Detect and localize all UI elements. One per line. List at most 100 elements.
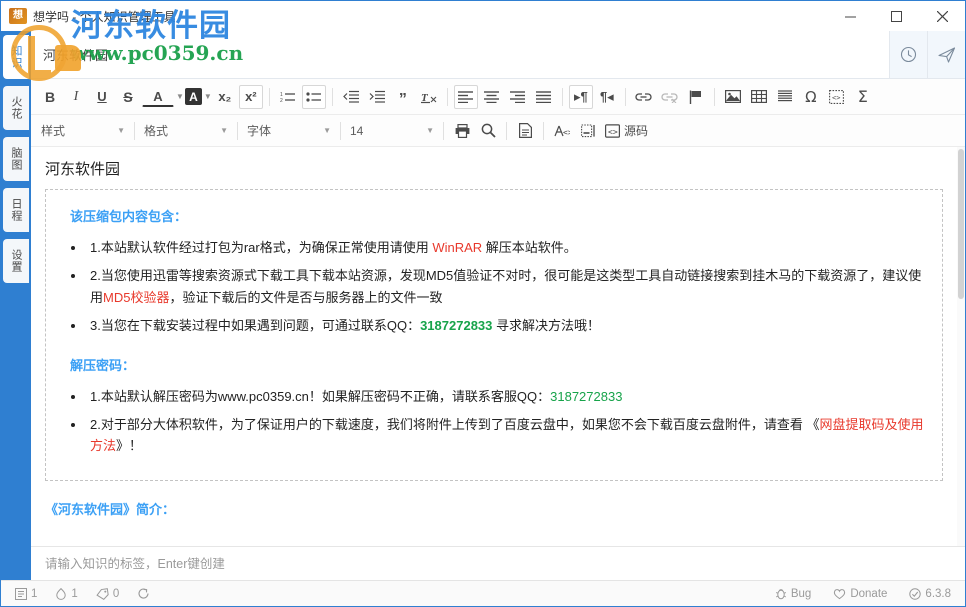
toolbar-separator	[134, 122, 135, 140]
editor-scrollbar[interactable]	[957, 147, 965, 546]
text-color-label: A	[153, 89, 162, 104]
bold-button[interactable]: B	[38, 85, 62, 109]
style-dropdown[interactable]: 样式 ▼	[37, 119, 129, 143]
title-bar: 想 想学吗 - 个人知识管理工具	[1, 1, 965, 31]
list-item-text: 1.本站默认解压密码为www.pc0359.cn！如果解压密码不正确，请联系客服…	[90, 389, 550, 404]
insert-horizontal-rule-button[interactable]	[773, 85, 797, 109]
note-title-row	[31, 31, 965, 79]
toolbar-separator	[506, 122, 507, 140]
highlight-color-label: A	[189, 90, 198, 104]
package-contents-list: 1.本站默认软件经过打包为rar格式，为确保正常使用请使用 WinRAR 解压本…	[86, 237, 932, 337]
toolbar-separator	[562, 88, 563, 106]
increase-indent-button[interactable]	[365, 85, 389, 109]
strikethrough-button[interactable]: S	[116, 85, 140, 109]
find-button[interactable]	[476, 119, 500, 143]
history-button[interactable]	[889, 31, 927, 78]
format-dropdown[interactable]: 格式 ▼	[140, 119, 232, 143]
style-dropdown-label: 样式	[41, 122, 109, 139]
send-button[interactable]	[927, 31, 965, 78]
insert-link-button[interactable]	[632, 85, 656, 109]
insert-anchor-button[interactable]	[684, 85, 708, 109]
status-sync-button[interactable]	[137, 587, 154, 600]
insert-image-button[interactable]	[721, 85, 745, 109]
remove-format-button[interactable]: T	[417, 85, 441, 109]
chevron-down-icon[interactable]: ▼	[176, 92, 184, 101]
window-controls	[827, 1, 965, 31]
sidebar-item-knowledge[interactable]: 知识	[3, 35, 29, 79]
application-window: 想 想学吗 - 个人知识管理工具 知识 火花 脑图	[0, 0, 966, 607]
list-item: 2.对于部分大体积软件，为了保证用户的下载速度，我们将附件上传到了百度云盘中，如…	[86, 414, 932, 457]
editor-area: 河东软件园 该压缩包内容包含： 1.本站默认软件经过打包为rar格式，为确保正常…	[31, 147, 965, 546]
sidebar-item-spark[interactable]: 火花	[3, 86, 29, 130]
status-label: Bug	[791, 588, 811, 600]
text-direction-rtl-button[interactable]: ¶◂	[595, 85, 619, 109]
svg-text:2: 2	[280, 98, 283, 103]
spellcheck-button[interactable]: <>	[550, 119, 574, 143]
print-button[interactable]	[450, 119, 474, 143]
document-heading: 河东软件园	[45, 157, 943, 183]
page-properties-button[interactable]	[513, 119, 537, 143]
scrollbar-thumb[interactable]	[958, 149, 964, 299]
winrar-highlight: WinRAR	[432, 240, 482, 255]
numbered-list-button[interactable]: 12	[276, 85, 300, 109]
underline-button[interactable]: U	[90, 85, 114, 109]
status-bug-button[interactable]: Bug	[775, 587, 811, 600]
status-spark-count[interactable]: 1	[55, 588, 77, 600]
status-bar: 1 1 0 Bug Donate 6.3.8	[1, 580, 965, 606]
qq-number: 3187272833	[550, 389, 622, 404]
sidebar-item-label: 脑图	[9, 147, 23, 171]
insert-table-button[interactable]	[747, 85, 771, 109]
superscript-button[interactable]: x²	[239, 85, 263, 109]
close-button[interactable]	[919, 1, 965, 31]
list-item: 1.本站默认软件经过打包为rar格式，为确保正常使用请使用 WinRAR 解压本…	[86, 237, 932, 258]
bullet-list-button[interactable]	[302, 85, 326, 109]
list-item: 1.本站默认解压密码为www.pc0359.cn！如果解压密码不正确，请联系客服…	[86, 386, 932, 407]
editor-toolbar-styles: 样式 ▼ 格式 ▼ 字体 ▼ 14 ▼	[31, 115, 965, 147]
chevron-down-icon[interactable]: ▼	[204, 92, 212, 101]
font-size-dropdown[interactable]: 14 ▼	[346, 119, 438, 143]
qq-number: 3187272833	[420, 318, 492, 333]
md5-tool-highlight: MD5校验器	[103, 290, 169, 305]
status-label: 0	[113, 588, 119, 600]
format-dropdown-label: 格式	[144, 122, 212, 139]
toolbar-separator	[447, 88, 448, 106]
insert-code-block-button[interactable]: <>	[825, 85, 849, 109]
decrease-indent-button[interactable]	[339, 85, 363, 109]
toolbar-separator	[443, 122, 444, 140]
sidebar-item-schedule[interactable]: 日程	[3, 188, 29, 232]
maximize-editor-button[interactable]	[576, 119, 600, 143]
sidebar-item-mindmap[interactable]: 脑图	[3, 137, 29, 181]
subscript-button[interactable]: x₂	[213, 85, 237, 109]
list-item: 2.当您使用迅雷等搜索资源式下载工具下载本站资源，发现MD5值验证不对时，很可能…	[86, 265, 932, 308]
insert-math-button[interactable]: Σ	[851, 85, 875, 109]
blockquote-button[interactable]: ”	[391, 85, 415, 109]
toolbar-separator	[332, 88, 333, 106]
font-dropdown-label: 字体	[247, 122, 315, 139]
chevron-down-icon: ▼	[117, 126, 125, 135]
font-dropdown[interactable]: 字体 ▼	[243, 119, 335, 143]
sidebar-item-settings[interactable]: 设置	[3, 239, 29, 283]
tag-input-row	[31, 546, 965, 580]
highlight-color-button[interactable]: A	[185, 88, 202, 105]
source-code-button[interactable]: <> 源码	[601, 119, 652, 143]
minimize-button[interactable]	[827, 1, 873, 31]
section-title-package-contents: 该压缩包内容包含：	[70, 206, 932, 229]
status-tag-count[interactable]: 0	[96, 588, 119, 600]
align-right-button[interactable]	[506, 85, 530, 109]
text-direction-ltr-button[interactable]: ▸¶	[569, 85, 593, 109]
editor-content[interactable]: 河东软件园 该压缩包内容包含： 1.本站默认软件经过打包为rar格式，为确保正常…	[31, 147, 957, 546]
align-left-button[interactable]	[454, 85, 478, 109]
status-donate-button[interactable]: Donate	[833, 588, 887, 600]
maximize-button[interactable]	[873, 1, 919, 31]
notice-box: 该压缩包内容包含： 1.本站默认软件经过打包为rar格式，为确保正常使用请使用 …	[45, 189, 943, 481]
text-color-button[interactable]: A	[142, 87, 174, 107]
italic-button[interactable]: I	[64, 85, 88, 109]
source-code-label: 源码	[624, 122, 648, 139]
special-character-button[interactable]: Ω	[799, 85, 823, 109]
tag-input[interactable]	[45, 557, 951, 571]
note-title-input[interactable]	[31, 31, 889, 78]
chevron-down-icon: ▼	[220, 126, 228, 135]
align-center-button[interactable]	[480, 85, 504, 109]
align-justify-button[interactable]	[532, 85, 556, 109]
status-document-count[interactable]: 1	[15, 588, 37, 600]
